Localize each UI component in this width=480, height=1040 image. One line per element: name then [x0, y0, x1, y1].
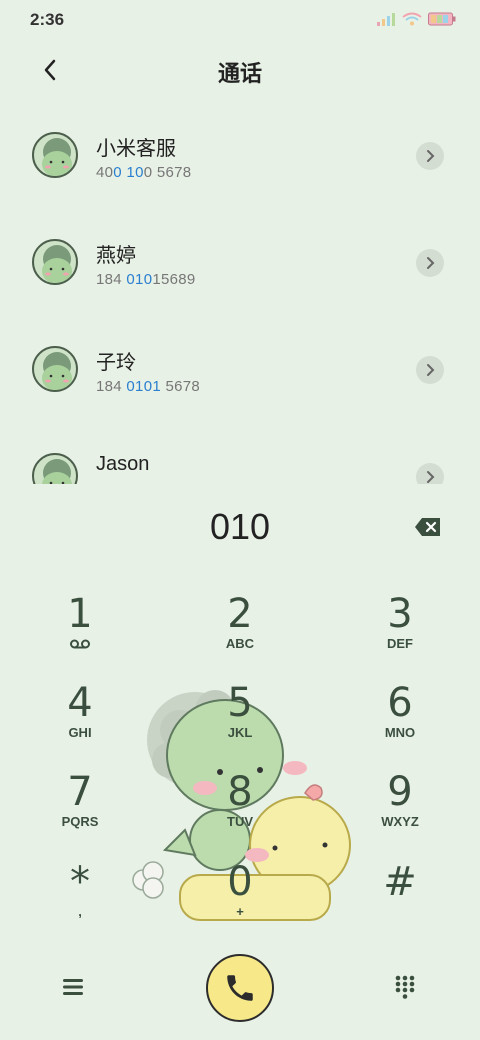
key-letters: ABC: [225, 636, 255, 651]
key-7[interactable]: 7 PQRS: [20, 768, 140, 848]
chevron-right-icon: [427, 471, 435, 483]
key-letters: JKL: [227, 725, 253, 740]
call-list-item[interactable]: Jason: [0, 427, 480, 484]
dial-display: 010: [0, 496, 480, 560]
key-letters: WXYZ: [381, 814, 419, 829]
call-list-item[interactable]: 小米客服 400 100 5678: [0, 106, 480, 213]
key-letters: DEF: [387, 636, 413, 651]
key-letters: +: [236, 904, 244, 919]
status-time: 2:36: [30, 10, 65, 29]
key-9[interactable]: 9 WXYZ: [340, 768, 460, 848]
chevron-right-icon: [427, 364, 435, 376]
dino-avatar-icon: [42, 245, 72, 283]
key-digit: 7: [67, 769, 93, 815]
page-title: 通话: [217, 62, 262, 87]
dino-avatar-icon: [42, 352, 72, 390]
key-8[interactable]: 8 TUV: [180, 768, 300, 848]
number-suffix: 5678: [160, 378, 201, 395]
key-digit: #: [383, 859, 417, 905]
detail-chevron-button[interactable]: [416, 463, 444, 484]
keypad: 1 2 ABC 3 DEF 4 GHI 5 JKL 6 MNO 7 PQRS 8…: [0, 580, 480, 940]
key-digit: 1: [67, 591, 93, 637]
number-text: 40: [96, 164, 114, 181]
number-prefix: 184: [96, 378, 127, 395]
status-icons: [376, 12, 456, 26]
key-digit: 5: [227, 680, 253, 726]
contact-name: 燕婷: [96, 243, 136, 267]
chevron-right-icon: [427, 150, 435, 162]
delete-button[interactable]: [414, 516, 442, 538]
chevron-right-icon: [427, 257, 435, 269]
call-list-item[interactable]: 子玲 184 0101 5678: [0, 320, 480, 427]
key-digit: 0: [227, 859, 253, 905]
key-letters: ,: [78, 904, 82, 919]
signal-icon: [377, 13, 395, 26]
key-2[interactable]: 2 ABC: [180, 590, 300, 670]
number-suffix: 15689: [152, 271, 196, 288]
key-digit: *: [70, 859, 90, 905]
key-6[interactable]: 6 MNO: [340, 679, 460, 759]
key-digit: 6: [387, 680, 413, 726]
contact-number: 400 100 5678: [96, 164, 191, 181]
avatar: [32, 132, 78, 178]
contact-number: 184 01015689: [96, 271, 196, 288]
key-hash[interactable]: #: [340, 858, 460, 938]
number-prefix: 184: [96, 271, 127, 288]
contact-name: Jason: [96, 453, 150, 475]
number-match: 010: [126, 271, 153, 288]
key-digit: 8: [227, 769, 253, 815]
detail-chevron-button[interactable]: [416, 249, 444, 277]
key-digit: 9: [387, 769, 413, 815]
key-0[interactable]: 0 +: [180, 858, 300, 938]
phone-icon: [227, 975, 253, 1001]
backspace-icon: [415, 518, 440, 536]
contact-name: 子玲: [96, 350, 136, 374]
wifi-icon: [402, 12, 422, 26]
dino-avatar-icon: [42, 138, 72, 176]
contact-number: 184 0101 5678: [96, 378, 200, 395]
number-match: 10: [126, 164, 144, 181]
detail-chevron-button[interactable]: [416, 356, 444, 384]
number-text: 0 5678: [143, 164, 192, 181]
avatar: [32, 239, 78, 285]
call-list-item[interactable]: 燕婷 184 01015689: [0, 213, 480, 320]
key-4[interactable]: 4 GHI: [20, 679, 140, 759]
key-star[interactable]: * ,: [20, 858, 140, 938]
key-letters: TUV: [227, 814, 253, 829]
voicemail-icon: [70, 639, 90, 649]
menu-button[interactable]: [58, 972, 88, 1002]
bottom-bar: [0, 950, 480, 1030]
contact-name: 小米客服: [96, 136, 176, 160]
key-letters: MNO: [384, 725, 416, 740]
keypad-toggle-button[interactable]: [390, 972, 420, 1002]
number-match: 0101: [126, 378, 161, 395]
key-digit: 2: [227, 591, 253, 637]
dial-number: 010: [209, 506, 271, 547]
key-letters: GHI: [68, 725, 92, 740]
key-3[interactable]: 3 DEF: [340, 590, 460, 670]
detail-chevron-button[interactable]: [416, 142, 444, 170]
number-match: 0: [113, 164, 122, 181]
menu-icon: [63, 979, 83, 995]
key-digit: 4: [67, 680, 93, 726]
key-5[interactable]: 5 JKL: [180, 679, 300, 759]
dialpad-icon: [395, 975, 415, 999]
avatar: [32, 453, 78, 484]
header: 通话: [0, 44, 480, 96]
avatar: [32, 346, 78, 392]
key-letters: PQRS: [61, 814, 99, 829]
status-bar: 2:36: [0, 0, 480, 40]
key-digit: 3: [387, 591, 413, 637]
call-list: 小米客服 400 100 5678 燕婷 184 01015689 子玲 184…: [0, 106, 480, 484]
dino-avatar-icon: [42, 459, 72, 484]
call-button[interactable]: [206, 954, 274, 1022]
key-1[interactable]: 1: [20, 590, 140, 670]
battery-icon: [428, 12, 456, 26]
